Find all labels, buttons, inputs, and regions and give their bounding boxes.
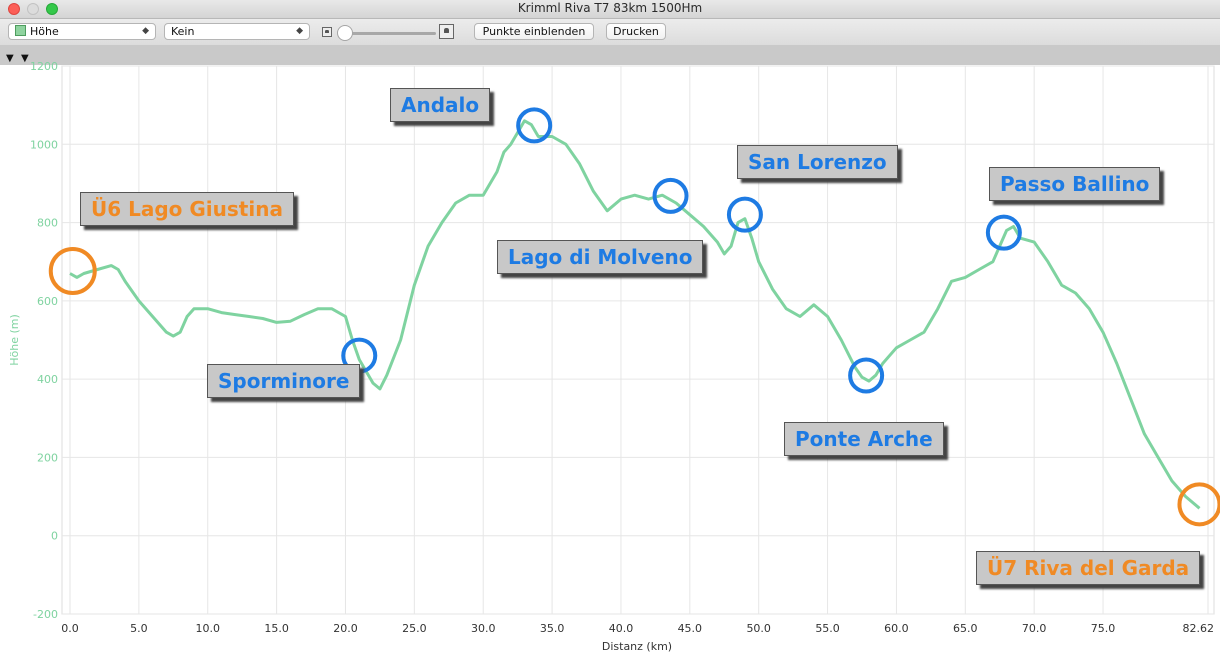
label-andalo: Andalo xyxy=(390,88,491,122)
x-tick-label: 70.0 xyxy=(1022,622,1047,635)
x-tick-label: 60.0 xyxy=(884,622,909,635)
y-axis-ticks: 1200 1000 800 600 400 200 0 -200 xyxy=(30,60,58,621)
label-passo-ballino: Passo Ballino xyxy=(989,167,1161,201)
x-tick-label: 40.0 xyxy=(609,622,634,635)
label-sporminore: Sporminore xyxy=(207,364,361,398)
x-tick-label: 82.62 xyxy=(1183,622,1215,635)
x-tick-label: 10.0 xyxy=(195,622,220,635)
y-tick-label: 1200 xyxy=(30,60,58,73)
x-tick-label: 0.0 xyxy=(61,622,79,635)
label-san-lorenzo: San Lorenzo xyxy=(737,145,898,179)
y-tick-label: 200 xyxy=(37,451,58,464)
x-tick-label: 5.0 xyxy=(130,622,148,635)
x-tick-label: 30.0 xyxy=(471,622,496,635)
x-tick-label: 35.0 xyxy=(540,622,565,635)
x-axis-ticks: 0.0 5.0 10.0 15.0 20.0 25.0 30.0 35.0 40.0 45.0 50… xyxy=(61,622,1214,635)
y-tick-label: 1000 xyxy=(30,138,58,151)
x-tick-label: 55.0 xyxy=(815,622,840,635)
x-tick-label: 65.0 xyxy=(953,622,978,635)
y-axis-label: Höhe (m) xyxy=(8,314,21,366)
label-lago-di-molveno: Lago di Molveno xyxy=(497,240,704,274)
plot-area xyxy=(61,65,1215,615)
x-tick-label: 50.0 xyxy=(746,622,771,635)
y-tick-label: 0 xyxy=(51,530,58,543)
label-ue6-lago-giustina: Ü6 Lago Giustina xyxy=(80,192,294,226)
x-tick-label: 45.0 xyxy=(678,622,703,635)
y-tick-label: 800 xyxy=(37,217,58,230)
label-ue7-riva-del-garda: Ü7 Riva del Garda xyxy=(976,551,1201,585)
x-tick-label: 75.0 xyxy=(1091,622,1116,635)
x-axis-label: Distanz (km) xyxy=(602,640,672,653)
x-tick-label: 20.0 xyxy=(333,622,358,635)
label-ponte-arche: Ponte Arche xyxy=(784,422,944,456)
y-tick-label: 600 xyxy=(37,295,58,308)
y-tick-label: -200 xyxy=(33,608,58,621)
x-tick-label: 15.0 xyxy=(264,622,289,635)
x-tick-label: 25.0 xyxy=(402,622,427,635)
y-tick-label: 400 xyxy=(37,373,58,386)
